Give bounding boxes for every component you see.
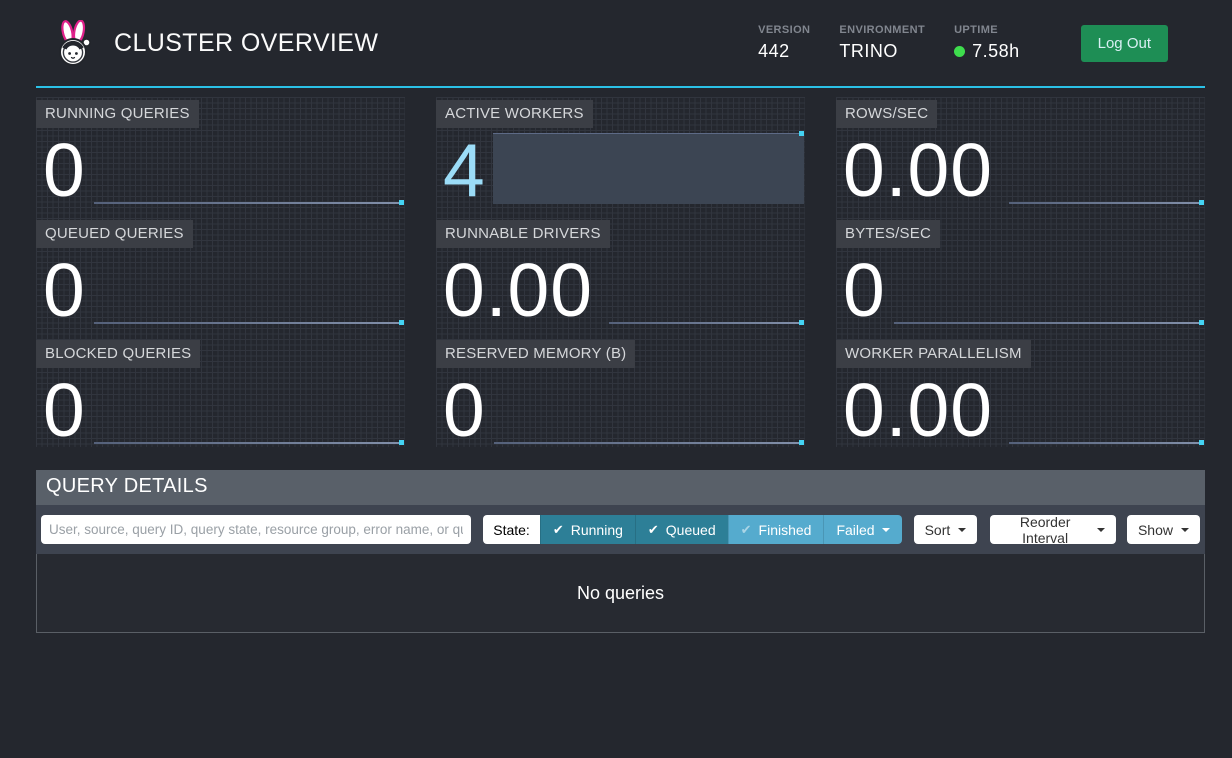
check-icon: ✔ xyxy=(741,523,752,536)
environment-value: TRINO xyxy=(839,41,925,62)
sort-label: Sort xyxy=(925,522,951,538)
stat-value: 0.00 xyxy=(443,253,593,328)
state-filter-label: Failed xyxy=(836,522,874,538)
stat-label: RESERVED MEMORY (B) xyxy=(436,340,635,368)
environment-label: ENVIRONMENT xyxy=(839,24,925,36)
state-filter-label: Finished xyxy=(759,522,812,538)
stat-value: 0 xyxy=(43,373,86,448)
state-filter-label: Queued xyxy=(666,522,716,538)
environment-info: ENVIRONMENT TRINO xyxy=(839,24,925,62)
main-content: RUNNING QUERIES 0 QUEUED QUERIES 0 BLOCK… xyxy=(36,97,1205,633)
stat-tile-runnable-drivers: RUNNABLE DRIVERS 0.00 xyxy=(436,217,805,327)
reorder-interval-label: Reorder Interval xyxy=(1001,514,1089,546)
stat-label: WORKER PARALLELISM xyxy=(836,340,1031,368)
stat-value: 0 xyxy=(43,133,86,208)
sparkline-chart xyxy=(94,322,404,324)
query-details-section: QUERY DETAILS State: ✔ Running ✔ Queued … xyxy=(36,470,1205,633)
stat-value: 0.00 xyxy=(843,133,993,208)
caret-down-icon xyxy=(958,528,966,532)
state-filter-running[interactable]: ✔ Running xyxy=(540,515,635,544)
caret-down-icon xyxy=(1097,528,1105,532)
version-info: VERSION 442 xyxy=(758,24,810,62)
stat-label: BYTES/SEC xyxy=(836,220,940,248)
stat-tile-worker-parallelism: WORKER PARALLELISM 0.00 xyxy=(836,337,1205,447)
sparkline-chart xyxy=(94,202,404,204)
show-label: Show xyxy=(1138,522,1173,538)
stat-value: 0 xyxy=(43,253,86,328)
uptime-label: UPTIME xyxy=(954,24,1020,36)
query-search-input[interactable] xyxy=(41,515,471,544)
check-icon: ✔ xyxy=(553,523,564,536)
version-label: VERSION xyxy=(758,24,810,36)
stat-value: 0 xyxy=(843,253,886,328)
stat-tile-active-workers: ACTIVE WORKERS 4 xyxy=(436,97,805,207)
state-filter-finished[interactable]: ✔ Finished xyxy=(728,515,824,544)
sparkline-chart xyxy=(1009,442,1204,444)
stat-value: 4 xyxy=(443,133,486,208)
uptime-status-dot-icon xyxy=(954,46,965,57)
uptime-value: 7.58h xyxy=(972,41,1020,62)
version-value: 442 xyxy=(758,41,810,62)
sort-dropdown-button[interactable]: Sort xyxy=(914,515,978,544)
state-filter-failed-dropdown[interactable]: Failed xyxy=(823,515,901,544)
sparkline-chart xyxy=(894,322,1204,324)
sparkline-chart xyxy=(1009,202,1204,204)
check-icon: ✔ xyxy=(648,523,659,536)
state-filter-group: State: ✔ Running ✔ Queued ✔ Finished Fai… xyxy=(483,515,901,544)
stats-grid: RUNNING QUERIES 0 QUEUED QUERIES 0 BLOCK… xyxy=(36,97,1205,447)
state-filter-queued[interactable]: ✔ Queued xyxy=(635,515,728,544)
caret-down-icon xyxy=(1181,528,1189,532)
empty-queries-message: No queries xyxy=(577,583,664,604)
stat-tile-blocked-queries: BLOCKED QUERIES 0 xyxy=(36,337,405,447)
stats-column-2: ACTIVE WORKERS 4 RUNNABLE DRIVERS 0.00 R… xyxy=(436,97,805,447)
stat-value: 0.00 xyxy=(843,373,993,448)
stat-tile-rows-sec: ROWS/SEC 0.00 xyxy=(836,97,1205,207)
stat-value: 0 xyxy=(443,373,486,448)
app-header: CLUSTER OVERVIEW VERSION 442 ENVIRONMENT… xyxy=(36,0,1205,88)
stat-tile-bytes-sec: BYTES/SEC 0 xyxy=(836,217,1205,327)
cluster-info: VERSION 442 ENVIRONMENT TRINO UPTIME 7.5… xyxy=(758,24,1205,62)
logout-button[interactable]: Log Out xyxy=(1081,25,1168,62)
state-group-label: State: xyxy=(483,515,540,544)
stat-label: QUEUED QUERIES xyxy=(36,220,193,248)
caret-down-icon xyxy=(882,528,890,532)
sparkline-chart xyxy=(494,442,804,444)
show-dropdown-button[interactable]: Show xyxy=(1127,515,1200,544)
stats-column-1: RUNNING QUERIES 0 QUEUED QUERIES 0 BLOCK… xyxy=(36,97,405,447)
stat-label: ACTIVE WORKERS xyxy=(436,100,593,128)
query-list: No queries xyxy=(36,554,1205,633)
stat-label: RUNNABLE DRIVERS xyxy=(436,220,610,248)
state-filter-label: Running xyxy=(571,522,623,538)
reorder-interval-dropdown-button[interactable]: Reorder Interval xyxy=(990,515,1116,544)
brand: CLUSTER OVERVIEW xyxy=(36,20,378,67)
stat-label: ROWS/SEC xyxy=(836,100,937,128)
query-toolbar: State: ✔ Running ✔ Queued ✔ Finished Fai… xyxy=(36,505,1205,554)
page-title: CLUSTER OVERVIEW xyxy=(114,29,378,58)
sparkline-chart xyxy=(94,442,404,444)
query-details-title: QUERY DETAILS xyxy=(36,470,1205,505)
stat-tile-reserved-memory: RESERVED MEMORY (B) 0 xyxy=(436,337,805,447)
stat-tile-running-queries: RUNNING QUERIES 0 xyxy=(36,97,405,207)
sparkline-chart xyxy=(609,322,804,324)
stat-label: BLOCKED QUERIES xyxy=(36,340,200,368)
stat-tile-queued-queries: QUEUED QUERIES 0 xyxy=(36,217,405,327)
sparkline-chart xyxy=(493,133,804,204)
uptime-info: UPTIME 7.58h xyxy=(954,24,1020,62)
stat-label: RUNNING QUERIES xyxy=(36,100,199,128)
trino-bunny-logo-icon xyxy=(54,20,94,67)
stats-column-3: ROWS/SEC 0.00 BYTES/SEC 0 WORKER PARALLE… xyxy=(836,97,1205,447)
